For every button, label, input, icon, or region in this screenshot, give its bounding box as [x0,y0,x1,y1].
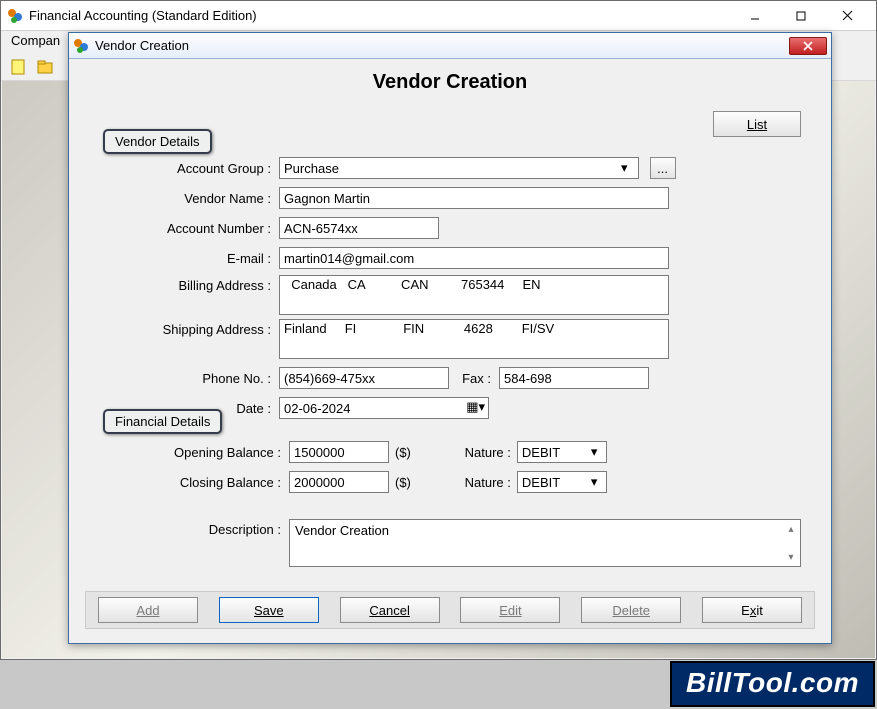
billing-address-input[interactable]: Canada CA CAN 765344 EN [279,275,669,315]
app-icon [7,8,23,24]
label-account-number: Account Number : [129,221,279,236]
vendor-name-input[interactable] [279,187,669,209]
currency-label-1: ($) [389,445,417,460]
exit-button[interactable]: Exit [702,597,802,623]
cancel-button[interactable]: Cancel [340,597,440,623]
label-email: E-mail : [129,251,279,266]
list-button[interactable]: List [713,111,801,137]
scroll-up-icon[interactable]: ▴ [784,522,798,536]
shipping-address-input[interactable]: Finland FI FIN 4628 FI/SV [279,319,669,359]
account-group-select[interactable] [279,157,639,179]
label-fax: Fax : [449,371,499,386]
nature-select-2[interactable] [517,471,607,493]
label-opening-balance: Opening Balance : [129,445,289,460]
email-input[interactable] [279,247,669,269]
vendor-creation-dialog: Vendor Creation Vendor Creation List Ven… [68,32,832,644]
scroll-down-icon[interactable]: ▾ [784,550,798,564]
page-title: Vendor Creation [69,59,831,100]
button-bar: Add Save Cancel Edit Delete Exit [85,591,815,629]
menu-company[interactable]: Compan [11,33,60,48]
toolbar-open-icon[interactable] [33,55,57,79]
section-financial-details: Financial Details [103,409,222,434]
label-account-group: Account Group : [129,161,279,176]
label-description: Description : [129,519,289,567]
fax-input[interactable] [499,367,649,389]
opening-balance-input[interactable] [289,441,389,463]
label-shipping-address: Shipping Address : [129,319,279,337]
delete-button[interactable]: Delete [581,597,681,623]
financial-form: Opening Balance : ($) Nature : ▾ Closing… [129,439,801,499]
label-vendor-name: Vendor Name : [129,191,279,206]
maximize-button[interactable] [778,2,824,30]
phone-input[interactable] [279,367,449,389]
main-close-button[interactable] [824,2,870,30]
nature-select-1[interactable] [517,441,607,463]
edit-button[interactable]: Edit [460,597,560,623]
label-closing-balance: Closing Balance : [129,475,289,490]
close-icon [802,41,814,51]
currency-label-2: ($) [389,475,417,490]
vendor-form: Account Group : ▾ ... Vendor Name : Acco… [129,155,801,425]
label-nature-1: Nature : [417,445,517,460]
account-number-input[interactable] [279,217,439,239]
section-vendor-details: Vendor Details [103,129,212,154]
dialog-close-button[interactable] [789,37,827,55]
closing-balance-input[interactable] [289,471,389,493]
label-nature-2: Nature : [417,475,517,490]
add-button[interactable]: Add [98,597,198,623]
account-group-browse-button[interactable]: ... [650,157,676,179]
date-picker[interactable] [279,397,489,419]
calendar-icon[interactable]: ▦▾ [466,399,485,415]
main-title-bar: Financial Accounting (Standard Edition) [1,1,876,31]
label-phone: Phone No. : [129,371,279,386]
save-button[interactable]: Save [219,597,319,623]
billtool-watermark: BillTool.com [670,661,875,707]
main-window-title: Financial Accounting (Standard Edition) [29,8,732,23]
dialog-title: Vendor Creation [95,38,789,53]
label-billing-address: Billing Address : [129,275,279,293]
dialog-body: Vendor Creation List Vendor Details Acco… [69,59,831,643]
description-textarea[interactable]: Vendor Creation ▴ ▾ [289,519,801,567]
toolbar-new-icon[interactable] [7,55,31,79]
dialog-title-bar: Vendor Creation [69,33,831,59]
dialog-app-icon [73,38,89,54]
minimize-button[interactable] [732,2,778,30]
